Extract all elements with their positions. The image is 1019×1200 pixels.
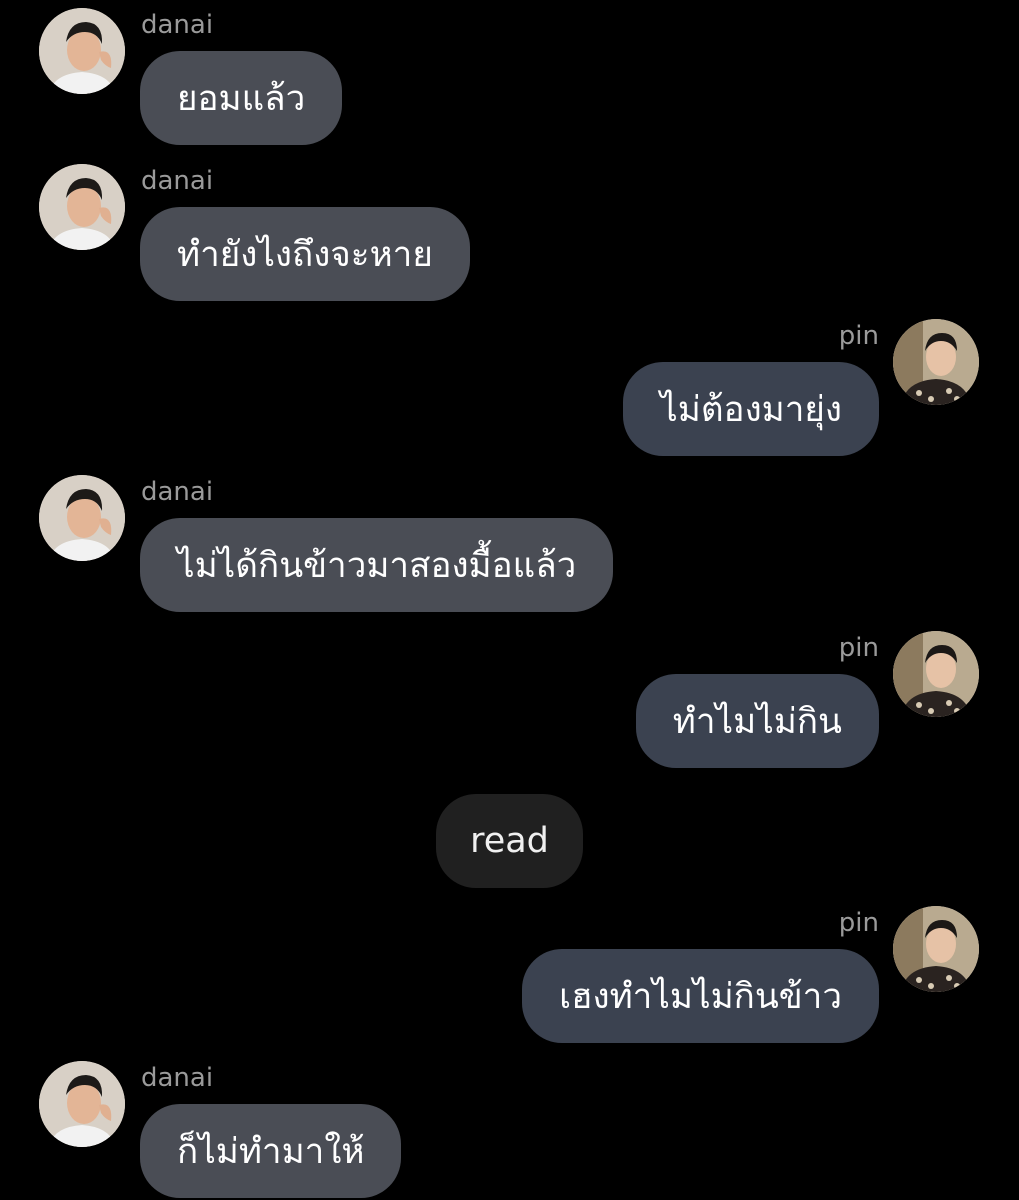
message-bubble[interactable]: ไม่ได้กินข้าวมาสองมื้อแล้ว <box>140 518 614 612</box>
pin-avatar-icon[interactable] <box>893 906 979 992</box>
message-bubble[interactable]: ยอมแล้ว <box>140 51 343 145</box>
danai-avatar-icon[interactable] <box>39 8 125 94</box>
danai-avatar-icon[interactable] <box>39 1061 125 1147</box>
sender-name: pin <box>838 321 879 351</box>
sender-name: danai <box>141 477 214 507</box>
message-bubble[interactable]: เฮงทำไมไม่กินข้าว <box>522 949 879 1043</box>
sender-name: pin <box>838 908 879 938</box>
danai-avatar-icon[interactable] <box>39 164 125 250</box>
read-status-badge: read <box>436 794 583 888</box>
message-bubble[interactable]: ทำไมไม่กิน <box>635 674 879 768</box>
sender-name: danai <box>141 1063 214 1093</box>
chat-thread: danai ยอมแล้ว danai ทำยังไงถึงจะหาย pin … <box>0 0 1019 1200</box>
pin-avatar-icon[interactable] <box>893 631 979 717</box>
sender-name: danai <box>141 166 214 196</box>
message-bubble[interactable]: ไม่ต้องมายุ่ง <box>623 362 879 456</box>
pin-avatar-icon[interactable] <box>893 319 979 405</box>
sender-name: danai <box>141 10 214 40</box>
sender-name: pin <box>838 633 879 663</box>
danai-avatar-icon[interactable] <box>39 475 125 561</box>
message-bubble[interactable]: ทำยังไงถึงจะหาย <box>140 207 470 301</box>
message-bubble[interactable]: ก็ไม่ทำมาให้ <box>140 1104 402 1198</box>
